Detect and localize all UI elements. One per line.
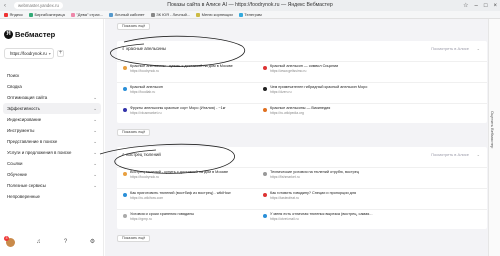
chevron-down-icon: ⌄ xyxy=(93,160,97,166)
bookmarks-bar: Яндекс Биргабокнерица "Дева" страх... Ли… xyxy=(0,11,500,19)
sidebar-item-search[interactable]: Поиск xyxy=(3,70,101,81)
chevron-down-icon: ⌄ xyxy=(93,94,97,100)
show-more-button[interactable]: Показать ещё xyxy=(117,23,151,30)
sidebar-item-services[interactable]: Услуги и предложения в поиске ⌄ xyxy=(3,147,101,158)
site-favicon-icon xyxy=(123,214,127,218)
bookmark-favicon-icon xyxy=(109,12,114,17)
site-favicon-icon xyxy=(263,108,267,112)
avatar[interactable]: 3 xyxy=(4,236,15,247)
minimize-icon[interactable]: – xyxy=(475,3,478,9)
feedback-tab[interactable]: Оценить Вебмастер xyxy=(488,19,500,256)
result-row: Красные апельсины - купить с доставкой н… xyxy=(117,61,487,75)
chevron-down-icon[interactable]: ⌄ xyxy=(477,46,480,51)
sidebar-item-search-appearance[interactable]: Представление в поиске ⌄ xyxy=(3,136,101,147)
sidebar-item-links[interactable]: Ссылки ⌄ xyxy=(3,158,101,169)
site-favicon-icon xyxy=(263,214,267,218)
site-favicon-icon xyxy=(263,193,267,197)
bookmark-favicon-icon xyxy=(28,12,33,17)
query-header: ⌕ вострец тюлений Посмотреть в Алисе ⌄ xyxy=(117,147,487,161)
yandex-logo-icon: Я xyxy=(4,30,13,39)
chevron-down-icon: ▾ xyxy=(48,51,51,56)
result-row: Условия и сроки хранения говядины https:/… xyxy=(117,209,487,223)
sidebar-item-learning[interactable]: Обучение ⌄ xyxy=(3,169,101,180)
bookmark-item[interactable]: ЗК ЮЯ - Личный... xyxy=(150,12,190,17)
sidebar-item-summary[interactable]: Сводка xyxy=(3,81,101,92)
query-text: вострец тюлений xyxy=(126,151,161,157)
bookmark-favicon-icon xyxy=(70,12,75,17)
sidebar-item-optimization[interactable]: Оптимизация сайта ⌄ xyxy=(3,92,101,103)
search-icon: ⌕ xyxy=(122,45,125,51)
result-row: Красный апельсин https://foodlab.ru Чем п… xyxy=(117,82,487,96)
bookmark-item[interactable]: "Дева" страх... xyxy=(70,12,103,17)
sidebar-item-unverified[interactable]: Непроверенные xyxy=(3,191,101,202)
chevron-down-icon: ⌄ xyxy=(93,116,97,122)
site-favicon-icon xyxy=(123,87,127,91)
show-more-button[interactable]: Показать ещё xyxy=(117,235,151,242)
chevron-down-icon: ⌄ xyxy=(93,105,97,111)
result-row: Вострец тюлений - купить с доставкой на … xyxy=(117,167,487,181)
bookmark-item[interactable]: Меню корнекции xyxy=(196,12,233,17)
query-card: ⌕ вострец тюлений Посмотреть в Алисе ⌄ В… xyxy=(117,147,487,229)
chevron-down-icon: ⌄ xyxy=(93,149,97,155)
site-favicon-icon xyxy=(263,66,267,70)
chevron-down-icon: ⌄ xyxy=(93,127,97,133)
sidebar-nav: Поиск Сводка Оптимизация сайта ⌄ Эффектив… xyxy=(3,70,101,202)
bookmark-favicon-icon xyxy=(238,12,243,17)
maximize-icon[interactable]: □ xyxy=(484,3,488,9)
chevron-down-icon: ⌄ xyxy=(93,171,97,177)
query-header: ⌕ красные апельсины Посмотреть в Алисе ⌄ xyxy=(117,41,487,55)
browser-toolbar: ‹ webmaster.yandex.ru xyxy=(0,0,500,11)
query-text: красные апельсины xyxy=(126,45,166,51)
help-icon[interactable]: ? xyxy=(62,239,69,246)
view-in-alice-link[interactable]: Посмотреть в Алисе xyxy=(431,152,469,157)
sidebar: Я Вебмастер https://foodrynok.ru ▾ + Пои… xyxy=(0,19,104,256)
site-favicon-icon xyxy=(263,172,267,176)
site-favicon-icon xyxy=(123,193,127,197)
query-card: ⌕ красные апельсины Посмотреть в Алисе ⌄… xyxy=(117,41,487,123)
close-icon[interactable]: × xyxy=(493,3,497,9)
bookmark-item[interactable]: Телеграм xyxy=(238,12,262,17)
sidebar-item-indexing[interactable]: Индексирование ⌄ xyxy=(3,114,101,125)
site-favicon-icon xyxy=(123,66,127,70)
result-row: Фрукты апельсины красные сорт Моро (Итал… xyxy=(117,103,487,117)
view-in-alice-link[interactable]: Посмотреть в Алисе xyxy=(431,46,469,51)
sidebar-item-useful-services[interactable]: Полезные сервисы ⌄ xyxy=(3,180,101,191)
site-favicon-icon xyxy=(263,87,267,91)
bookmark-favicon-icon xyxy=(150,12,155,17)
chevron-down-icon: ⌄ xyxy=(93,182,97,188)
sidebar-footer: 3 ♫ ? ⚙ xyxy=(4,236,96,247)
chevron-down-icon[interactable]: ⌄ xyxy=(477,152,480,157)
search-icon: ⌕ xyxy=(122,151,125,157)
bookmark-favicon-icon xyxy=(4,12,8,17)
bell-icon[interactable]: ♫ xyxy=(35,239,42,246)
site-selector[interactable]: https://foodrynok.ru ▾ xyxy=(4,48,54,59)
bookmark-item[interactable]: Биргабокнерица xyxy=(28,12,65,17)
site-favicon-icon xyxy=(123,172,127,176)
bookmark-favicon-icon xyxy=(196,12,201,17)
window-controls: ☆ – □ × xyxy=(463,0,497,11)
webmaster-logo[interactable]: Я Вебмастер xyxy=(4,30,55,39)
notification-badge: 3 xyxy=(4,236,9,241)
sidebar-item-tools[interactable]: Инструменты ⌄ xyxy=(3,125,101,136)
sidebar-item-efficiency[interactable]: Эффективность ⌄ xyxy=(3,103,101,114)
back-arrow-icon[interactable]: ‹ xyxy=(4,3,12,9)
chevron-down-icon: ⌄ xyxy=(93,138,97,144)
bookmark-item[interactable]: Яндекс xyxy=(4,12,23,17)
bookmark-icon[interactable]: ☆ xyxy=(463,2,468,9)
settings-gear-icon[interactable]: ⚙ xyxy=(89,239,96,246)
result-row: Как приготовить тюлений (востбиф из вост… xyxy=(117,188,487,202)
address-bar[interactable]: webmaster.yandex.ru xyxy=(14,2,63,9)
bookmark-item[interactable]: Личный кабинет xyxy=(109,12,145,17)
add-site-button[interactable]: + xyxy=(57,50,64,57)
site-favicon-icon xyxy=(123,108,127,112)
show-more-button[interactable]: Показать ещё xyxy=(117,129,151,136)
